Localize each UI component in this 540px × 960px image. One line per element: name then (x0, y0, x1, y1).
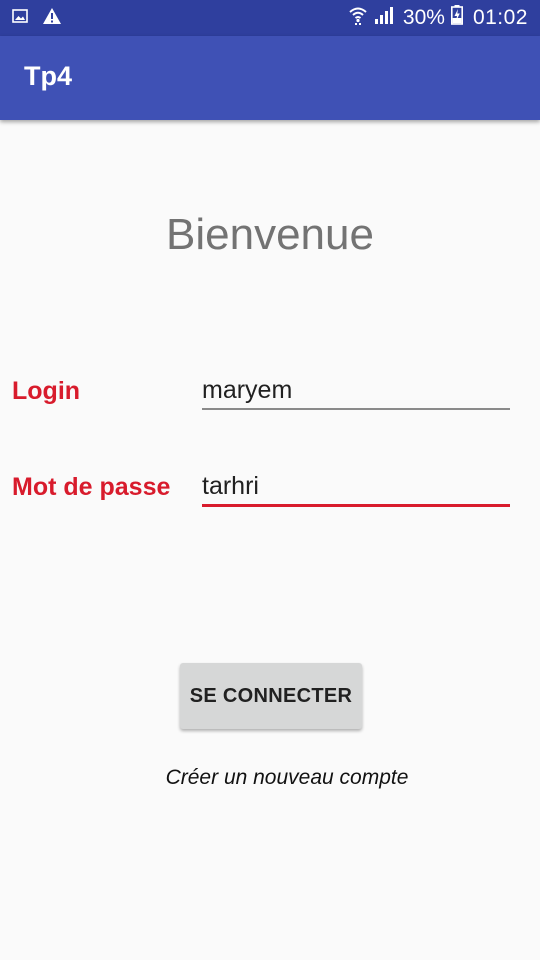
wifi-icon (349, 5, 367, 31)
signal-icon (373, 5, 395, 31)
app-bar: Tp4 (0, 36, 540, 120)
login-label: Login (12, 377, 81, 405)
connect-button[interactable]: SE CONNECTER (180, 663, 362, 729)
app-title: Tp4 (24, 61, 73, 91)
login-input[interactable] (202, 372, 510, 410)
notification-icons (12, 7, 62, 30)
clock: 01:02 (472, 6, 528, 29)
image-notification-icon (12, 8, 28, 29)
password-input[interactable] (202, 468, 510, 507)
welcome-heading: Bienvenue (166, 210, 374, 259)
login-screen: 30% 01:02 Tp4 Bienvenue Login Mot de pas… (0, 0, 540, 960)
status-bar: 30% 01:02 (0, 0, 540, 36)
warning-icon (42, 7, 62, 30)
battery-charging-icon (450, 5, 463, 31)
battery-percent: 30% (402, 6, 445, 29)
create-account-link[interactable]: Créer un nouveau compte (0, 766, 540, 790)
system-status: 30% 01:02 (349, 0, 528, 36)
password-label: Mot de passe (12, 473, 171, 501)
